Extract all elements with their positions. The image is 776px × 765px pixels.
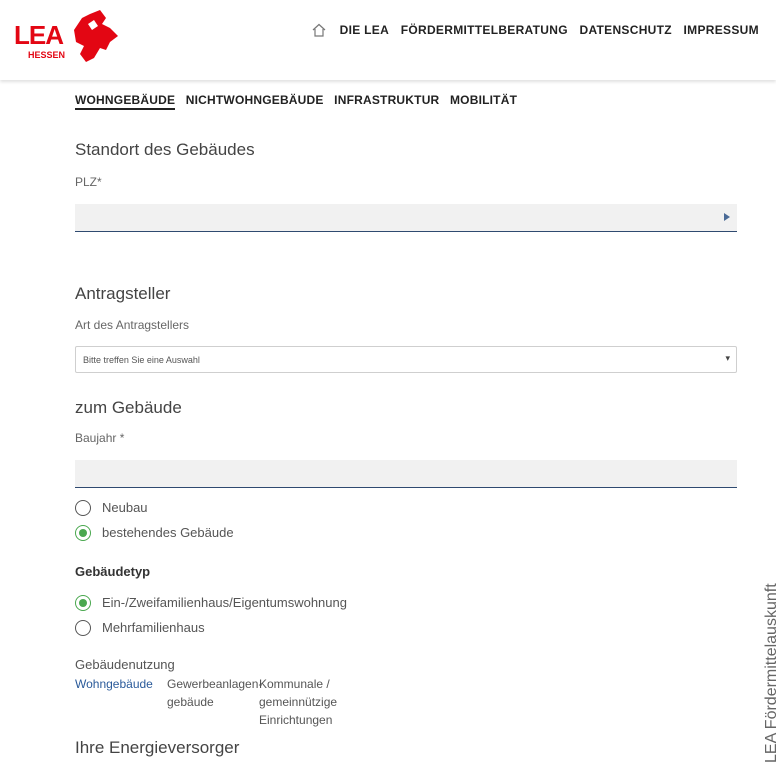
lion-icon <box>74 10 118 62</box>
radio-neubau[interactable]: Neubau <box>75 499 148 517</box>
section-title-energieversorger: Ihre Energieversorger <box>75 738 240 757</box>
gebaeudetyp-label: Gebäudetyp <box>75 564 151 579</box>
baujahr-input[interactable] <box>75 460 737 488</box>
site-header: LEA HESSEN DIE LEA FÖRDERMITTELBERATUNG … <box>0 0 776 80</box>
nav-die-lea[interactable]: DIE LEA <box>340 23 389 37</box>
section-title-antragsteller: Antragsteller <box>75 284 171 303</box>
chevron-down-icon: ▾ <box>725 353 730 363</box>
radio-button[interactable] <box>75 619 91 636</box>
radio-button-selected[interactable] <box>75 594 91 611</box>
nutzung-tab-wohngebaeude[interactable]: Wohngebäude <box>75 675 153 693</box>
tab-wohngebaeude[interactable]: WOHNGEBÄUDE <box>75 93 176 110</box>
plz-label: PLZ* <box>75 175 102 189</box>
antragsteller-label: Art des Antragstellers <box>75 318 190 332</box>
tab-infrastruktur[interactable]: INFRASTRUKTUR <box>334 93 439 107</box>
side-label-text: LEA Fördermittelauskunft <box>763 583 776 763</box>
gebaeudenutzung-label: Gebäudenutzung <box>75 657 175 672</box>
nutzung-tab-gewerbe[interactable]: Gewerbeanlagen- gebäude <box>167 675 262 711</box>
home-icon[interactable] <box>312 23 326 37</box>
nutzung-tab-kommunal[interactable]: Kommunale / gemeinnützige Einrichtungen <box>259 675 357 729</box>
logo-text: LEA <box>14 20 64 50</box>
section-title-gebaeude: zum Gebäude <box>75 398 182 417</box>
baujahr-label: Baujahr * <box>75 431 125 445</box>
nav-foerdermittelberatung[interactable]: FÖRDERMITTELBERATUNG <box>401 23 568 37</box>
vertical-side-label: LEA Fördermittelauskunft <box>748 525 776 763</box>
nav-datenschutz[interactable]: DATENSCHUTZ <box>579 23 671 37</box>
lea-logo[interactable]: LEA HESSEN <box>14 8 118 64</box>
radio-efh[interactable]: Ein-/Zweifamilienhaus/Eigentumswohnung <box>75 594 347 612</box>
top-navigation: DIE LEA FÖRDERMITTELBERATUNG DATENSCHUTZ… <box>312 22 767 37</box>
antragsteller-select[interactable]: Bitte treffen Sie eine Auswahl ▾ <box>75 346 737 373</box>
logo-subtext: HESSEN <box>28 50 66 60</box>
tab-nichtwohngebaeude[interactable]: NICHTWOHNGEBÄUDE <box>186 93 324 107</box>
plz-input[interactable] <box>75 204 737 232</box>
autofill-icon <box>724 213 730 221</box>
radio-button[interactable] <box>75 499 91 516</box>
section-title-standort: Standort des Gebäudes <box>75 140 255 159</box>
select-value: Bitte treffen Sie eine Auswahl <box>83 355 200 365</box>
category-tabs: WOHNGEBÄUDE NICHTWOHNGEBÄUDE INFRASTRUKT… <box>75 93 524 110</box>
nav-impressum[interactable]: IMPRESSUM <box>684 23 759 37</box>
tab-mobilitaet[interactable]: MOBILITÄT <box>450 93 517 107</box>
radio-mfh[interactable]: Mehrfamilienhaus <box>75 619 205 637</box>
radio-button-selected[interactable] <box>75 524 91 541</box>
radio-bestehend[interactable]: bestehendes Gebäude <box>75 524 234 542</box>
